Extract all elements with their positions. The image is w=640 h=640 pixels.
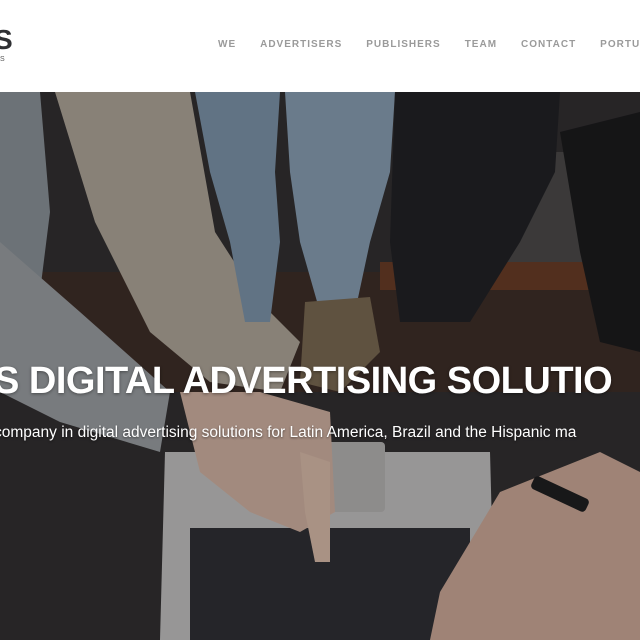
logo[interactable]: S NS <box>0 26 18 70</box>
nav-item-team[interactable]: TEAM <box>465 38 497 52</box>
hero-subtitle: company in digital advertising solutions… <box>0 424 577 441</box>
nav-item-advertisers[interactable]: ADVERTISERS <box>260 38 342 52</box>
logo-tagline: NS <box>0 56 6 63</box>
logo-mark: S <box>0 24 13 55</box>
nav-item-we[interactable]: WE <box>218 38 236 52</box>
site-header: S NS WE ADVERTISERS PUBLISHERS TEAM CONT… <box>0 0 640 92</box>
main-nav: WE ADVERTISERS PUBLISHERS TEAM CONTACT P… <box>218 38 640 52</box>
nav-item-portuguese[interactable]: PORTUGU <box>600 38 640 52</box>
hero-section: S DIGITAL ADVERTISING SOLUTIO company in… <box>0 92 640 640</box>
nav-item-publishers[interactable]: PUBLISHERS <box>366 38 440 52</box>
hero-title: S DIGITAL ADVERTISING SOLUTIO <box>0 360 613 402</box>
nav-item-contact[interactable]: CONTACT <box>521 38 576 52</box>
